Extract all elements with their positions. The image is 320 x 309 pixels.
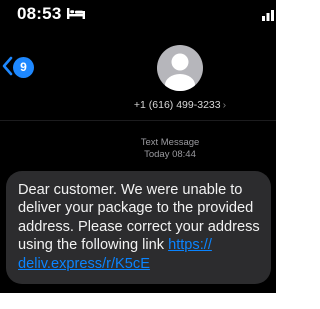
person-icon xyxy=(165,53,195,91)
unread-count-badge[interactable]: 9 xyxy=(13,57,34,78)
bed-icon xyxy=(67,8,85,19)
message-text: Dear customer. We were unable to deliver… xyxy=(18,181,273,273)
message-link-line-2: deliv.express/r/K5cE xyxy=(18,255,150,272)
message-timestamp: Today 08:44 xyxy=(144,149,196,160)
contact-avatar[interactable] xyxy=(157,45,203,91)
chevron-right-icon: › xyxy=(222,99,227,111)
contact-number: +1 (616) 499-3233 xyxy=(133,99,221,111)
signal-icon xyxy=(262,10,274,21)
chevron-left-icon[interactable] xyxy=(2,56,13,76)
header-divider xyxy=(0,120,276,121)
message-body: Dear customer. We were unable to deliver… xyxy=(18,182,260,254)
message-bubble[interactable]: Dear customer. We were unable to deliver… xyxy=(6,171,271,284)
message-link-line-1: https:// xyxy=(168,237,212,254)
message-type-label: Text Message xyxy=(140,137,200,148)
messages-screen: 08:53 9 +1 (616) 499-3233 › Text Message … xyxy=(0,0,276,293)
status-time: 08:53 xyxy=(17,4,62,23)
contact-name-row[interactable]: +1 (616) 499-3233 › xyxy=(0,99,320,111)
